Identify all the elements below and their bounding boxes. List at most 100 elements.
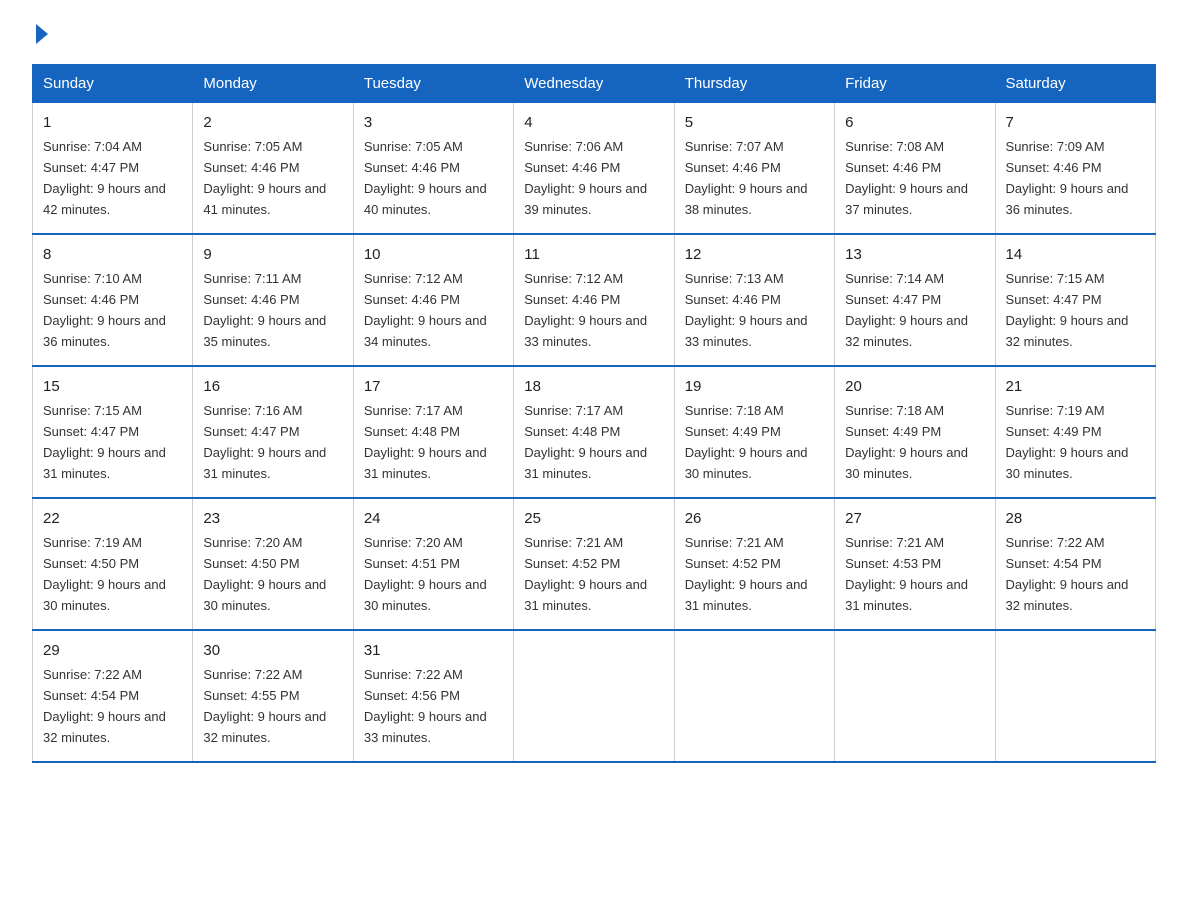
day-number: 23 <box>203 507 342 530</box>
day-info: Sunrise: 7:05 AMSunset: 4:46 PMDaylight:… <box>364 139 487 217</box>
day-info: Sunrise: 7:09 AMSunset: 4:46 PMDaylight:… <box>1006 139 1129 217</box>
calendar-day-cell: 7 Sunrise: 7:09 AMSunset: 4:46 PMDayligh… <box>995 103 1155 234</box>
day-of-week-header: Friday <box>835 65 995 103</box>
calendar-day-cell: 20 Sunrise: 7:18 AMSunset: 4:49 PMDaylig… <box>835 366 995 498</box>
calendar-day-cell: 27 Sunrise: 7:21 AMSunset: 4:53 PMDaylig… <box>835 498 995 630</box>
calendar-day-cell <box>514 630 674 762</box>
day-number: 14 <box>1006 243 1145 266</box>
day-info: Sunrise: 7:05 AMSunset: 4:46 PMDaylight:… <box>203 139 326 217</box>
day-info: Sunrise: 7:20 AMSunset: 4:50 PMDaylight:… <box>203 535 326 613</box>
logo-triangle-icon <box>36 24 48 44</box>
day-info: Sunrise: 7:07 AMSunset: 4:46 PMDaylight:… <box>685 139 808 217</box>
day-info: Sunrise: 7:19 AMSunset: 4:50 PMDaylight:… <box>43 535 166 613</box>
calendar-day-cell: 3 Sunrise: 7:05 AMSunset: 4:46 PMDayligh… <box>353 103 513 234</box>
day-info: Sunrise: 7:12 AMSunset: 4:46 PMDaylight:… <box>364 271 487 349</box>
day-info: Sunrise: 7:18 AMSunset: 4:49 PMDaylight:… <box>845 403 968 481</box>
day-info: Sunrise: 7:13 AMSunset: 4:46 PMDaylight:… <box>685 271 808 349</box>
calendar-table: SundayMondayTuesdayWednesdayThursdayFrid… <box>32 64 1156 763</box>
day-number: 8 <box>43 243 182 266</box>
day-info: Sunrise: 7:06 AMSunset: 4:46 PMDaylight:… <box>524 139 647 217</box>
calendar-day-cell: 9 Sunrise: 7:11 AMSunset: 4:46 PMDayligh… <box>193 234 353 366</box>
day-info: Sunrise: 7:21 AMSunset: 4:52 PMDaylight:… <box>685 535 808 613</box>
calendar-day-cell <box>835 630 995 762</box>
calendar-day-cell: 12 Sunrise: 7:13 AMSunset: 4:46 PMDaylig… <box>674 234 834 366</box>
day-info: Sunrise: 7:16 AMSunset: 4:47 PMDaylight:… <box>203 403 326 481</box>
day-of-week-header: Thursday <box>674 65 834 103</box>
calendar-day-cell: 5 Sunrise: 7:07 AMSunset: 4:46 PMDayligh… <box>674 103 834 234</box>
calendar-day-cell: 13 Sunrise: 7:14 AMSunset: 4:47 PMDaylig… <box>835 234 995 366</box>
calendar-day-cell: 10 Sunrise: 7:12 AMSunset: 4:46 PMDaylig… <box>353 234 513 366</box>
calendar-week-row: 1 Sunrise: 7:04 AMSunset: 4:47 PMDayligh… <box>33 103 1156 234</box>
day-info: Sunrise: 7:22 AMSunset: 4:54 PMDaylight:… <box>43 667 166 745</box>
calendar-day-cell: 6 Sunrise: 7:08 AMSunset: 4:46 PMDayligh… <box>835 103 995 234</box>
calendar-day-cell: 15 Sunrise: 7:15 AMSunset: 4:47 PMDaylig… <box>33 366 193 498</box>
day-number: 2 <box>203 111 342 134</box>
calendar-day-cell <box>674 630 834 762</box>
day-info: Sunrise: 7:20 AMSunset: 4:51 PMDaylight:… <box>364 535 487 613</box>
day-number: 31 <box>364 639 503 662</box>
day-number: 20 <box>845 375 984 398</box>
calendar-day-cell: 2 Sunrise: 7:05 AMSunset: 4:46 PMDayligh… <box>193 103 353 234</box>
calendar-day-cell: 22 Sunrise: 7:19 AMSunset: 4:50 PMDaylig… <box>33 498 193 630</box>
logo-blue-text <box>32 24 48 44</box>
day-number: 29 <box>43 639 182 662</box>
day-number: 24 <box>364 507 503 530</box>
calendar-day-cell: 26 Sunrise: 7:21 AMSunset: 4:52 PMDaylig… <box>674 498 834 630</box>
day-number: 15 <box>43 375 182 398</box>
day-of-week-header: Monday <box>193 65 353 103</box>
day-number: 4 <box>524 111 663 134</box>
day-number: 22 <box>43 507 182 530</box>
day-info: Sunrise: 7:21 AMSunset: 4:53 PMDaylight:… <box>845 535 968 613</box>
calendar-day-cell: 14 Sunrise: 7:15 AMSunset: 4:47 PMDaylig… <box>995 234 1155 366</box>
calendar-day-cell: 19 Sunrise: 7:18 AMSunset: 4:49 PMDaylig… <box>674 366 834 498</box>
day-number: 9 <box>203 243 342 266</box>
calendar-day-cell: 1 Sunrise: 7:04 AMSunset: 4:47 PMDayligh… <box>33 103 193 234</box>
calendar-week-row: 15 Sunrise: 7:15 AMSunset: 4:47 PMDaylig… <box>33 366 1156 498</box>
day-number: 28 <box>1006 507 1145 530</box>
day-number: 5 <box>685 111 824 134</box>
day-info: Sunrise: 7:15 AMSunset: 4:47 PMDaylight:… <box>43 403 166 481</box>
calendar-day-cell: 4 Sunrise: 7:06 AMSunset: 4:46 PMDayligh… <box>514 103 674 234</box>
day-number: 21 <box>1006 375 1145 398</box>
calendar-day-cell: 30 Sunrise: 7:22 AMSunset: 4:55 PMDaylig… <box>193 630 353 762</box>
day-info: Sunrise: 7:22 AMSunset: 4:54 PMDaylight:… <box>1006 535 1129 613</box>
calendar-day-cell: 28 Sunrise: 7:22 AMSunset: 4:54 PMDaylig… <box>995 498 1155 630</box>
day-number: 26 <box>685 507 824 530</box>
calendar-day-cell: 18 Sunrise: 7:17 AMSunset: 4:48 PMDaylig… <box>514 366 674 498</box>
calendar-day-cell: 29 Sunrise: 7:22 AMSunset: 4:54 PMDaylig… <box>33 630 193 762</box>
day-number: 25 <box>524 507 663 530</box>
calendar-day-cell: 8 Sunrise: 7:10 AMSunset: 4:46 PMDayligh… <box>33 234 193 366</box>
day-number: 16 <box>203 375 342 398</box>
calendar-day-cell: 25 Sunrise: 7:21 AMSunset: 4:52 PMDaylig… <box>514 498 674 630</box>
day-number: 12 <box>685 243 824 266</box>
day-number: 1 <box>43 111 182 134</box>
calendar-week-row: 22 Sunrise: 7:19 AMSunset: 4:50 PMDaylig… <box>33 498 1156 630</box>
calendar-week-row: 8 Sunrise: 7:10 AMSunset: 4:46 PMDayligh… <box>33 234 1156 366</box>
day-number: 18 <box>524 375 663 398</box>
calendar-day-cell: 23 Sunrise: 7:20 AMSunset: 4:50 PMDaylig… <box>193 498 353 630</box>
calendar-week-row: 29 Sunrise: 7:22 AMSunset: 4:54 PMDaylig… <box>33 630 1156 762</box>
calendar-day-cell: 16 Sunrise: 7:16 AMSunset: 4:47 PMDaylig… <box>193 366 353 498</box>
day-number: 19 <box>685 375 824 398</box>
day-number: 30 <box>203 639 342 662</box>
day-number: 6 <box>845 111 984 134</box>
day-info: Sunrise: 7:08 AMSunset: 4:46 PMDaylight:… <box>845 139 968 217</box>
day-info: Sunrise: 7:22 AMSunset: 4:56 PMDaylight:… <box>364 667 487 745</box>
calendar-day-cell <box>995 630 1155 762</box>
day-info: Sunrise: 7:22 AMSunset: 4:55 PMDaylight:… <box>203 667 326 745</box>
day-info: Sunrise: 7:12 AMSunset: 4:46 PMDaylight:… <box>524 271 647 349</box>
day-of-week-header: Saturday <box>995 65 1155 103</box>
day-number: 11 <box>524 243 663 266</box>
day-number: 7 <box>1006 111 1145 134</box>
day-info: Sunrise: 7:11 AMSunset: 4:46 PMDaylight:… <box>203 271 326 349</box>
calendar-day-cell: 24 Sunrise: 7:20 AMSunset: 4:51 PMDaylig… <box>353 498 513 630</box>
day-number: 27 <box>845 507 984 530</box>
calendar-day-cell: 17 Sunrise: 7:17 AMSunset: 4:48 PMDaylig… <box>353 366 513 498</box>
day-info: Sunrise: 7:14 AMSunset: 4:47 PMDaylight:… <box>845 271 968 349</box>
day-of-week-header: Wednesday <box>514 65 674 103</box>
day-of-week-header: Sunday <box>33 65 193 103</box>
day-number: 3 <box>364 111 503 134</box>
day-info: Sunrise: 7:17 AMSunset: 4:48 PMDaylight:… <box>364 403 487 481</box>
day-number: 10 <box>364 243 503 266</box>
calendar-day-cell: 11 Sunrise: 7:12 AMSunset: 4:46 PMDaylig… <box>514 234 674 366</box>
